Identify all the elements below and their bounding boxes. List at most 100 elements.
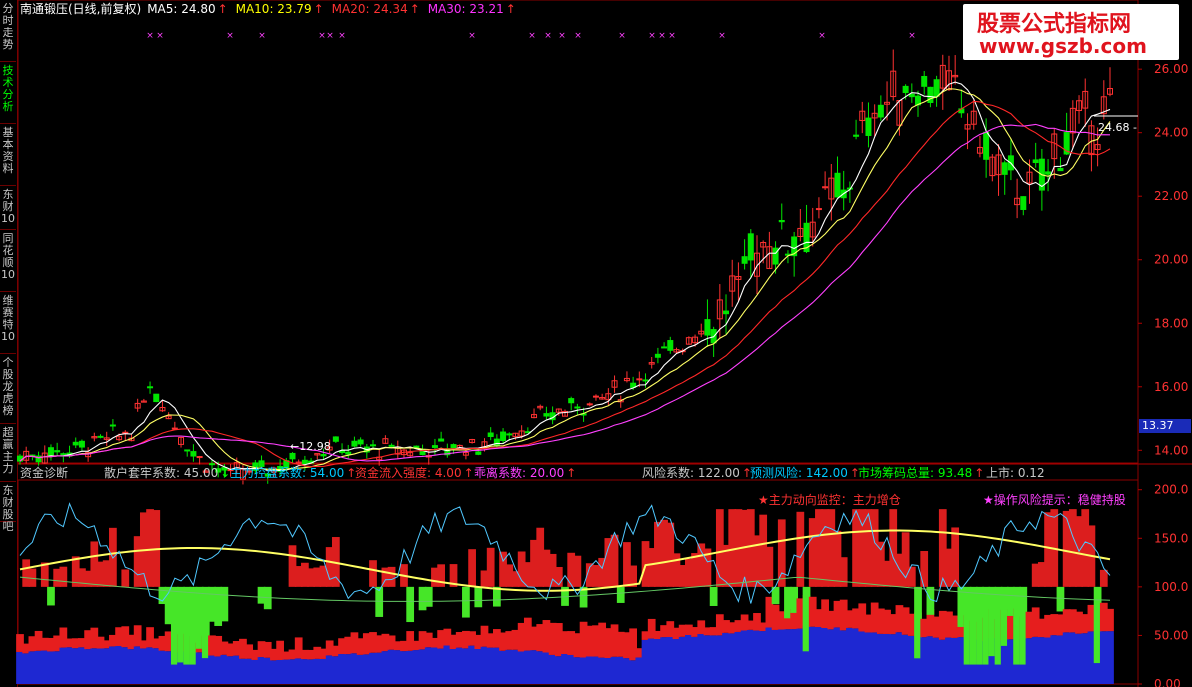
candle-body (54, 450, 61, 453)
price-axis-label: 22.00 (1154, 189, 1188, 203)
candle-body (147, 386, 154, 389)
rise-bar (121, 569, 130, 587)
candle-body (370, 444, 377, 447)
candle-body (815, 208, 822, 211)
candle-body (543, 413, 550, 417)
stock-title: 南通锻压(日线,前复权) (20, 1, 141, 16)
candle-body (388, 444, 395, 447)
indicator-axis-label: 0.00 (1154, 677, 1181, 687)
candle-body (72, 441, 79, 446)
signal-marker: × (226, 31, 234, 41)
candle-body (908, 93, 915, 98)
signal-marker: × (618, 31, 626, 41)
indicator-param-arrow: ↓ (220, 466, 230, 480)
candle-body (289, 452, 296, 460)
candle-body (568, 398, 575, 404)
signal-marker: × (318, 31, 326, 41)
fall-bar (616, 586, 625, 603)
indicator-param-2: 资金流入强度: 4.00 (355, 465, 462, 480)
fall-bar (220, 586, 229, 622)
candle-body (834, 172, 841, 198)
fall-bar (424, 586, 433, 607)
rise-bar (468, 549, 476, 587)
candle-body (902, 85, 909, 94)
indicator-param-3: 乖离系数: 20.00 (474, 465, 564, 480)
rise-bar (573, 555, 582, 587)
price-axis-label: 18.00 (1154, 316, 1188, 330)
candle-body (933, 79, 940, 97)
candle-body (109, 424, 116, 427)
price-axis-label: 24.00 (1154, 126, 1188, 140)
ma-legend-arrow: ↑ (506, 2, 516, 16)
notice-main-monitor: ★主力动向监控：主力增仓 (758, 492, 901, 507)
rise-bar (765, 546, 774, 587)
candle-body (586, 403, 593, 406)
signal-marker: × (146, 31, 154, 41)
candle-body (78, 440, 85, 448)
candle-body (97, 435, 104, 438)
candle-body (153, 393, 160, 403)
candle-body (1032, 159, 1039, 164)
logo-url: www.gszb.com (979, 34, 1147, 58)
signal-marker: × (718, 31, 726, 41)
rise-bar (951, 527, 960, 587)
candle-body (574, 406, 581, 409)
signal-marker: × (668, 31, 676, 41)
candle-body (592, 395, 599, 398)
watermark-logo: 股票公式指标网 www.gszb.com (963, 4, 1179, 60)
candle-body (345, 451, 352, 455)
current-price-tag: 13.37 (1139, 419, 1191, 433)
candle-body (320, 454, 327, 457)
ma-legend-3: MA30: 23.21 (428, 2, 504, 16)
candle-body (184, 449, 191, 452)
candle-body (357, 439, 364, 445)
candle-body (642, 379, 649, 382)
red-bar (1106, 608, 1114, 632)
candle-body (661, 346, 668, 349)
signal-marker: × (528, 31, 536, 41)
signal-marker: × (468, 31, 476, 41)
indicator-axis-label: 200.0 (1154, 483, 1188, 497)
indicator-axis-label: 150.0 (1154, 531, 1188, 545)
signal-marker: × (258, 31, 266, 41)
candle-body (332, 436, 339, 442)
candle-body (704, 319, 711, 336)
ma-legend-arrow: ↑ (410, 2, 420, 16)
notice-risk-hint: ★操作风险提示：稳健持股 (983, 492, 1126, 507)
candle-body (654, 353, 661, 358)
ma-legend-1: MA10: 23.79 (236, 2, 312, 16)
candle-body (1020, 196, 1027, 210)
candle-body (865, 117, 872, 136)
ma-legend-2: MA20: 24.34 (332, 2, 408, 16)
candle-body (487, 432, 494, 438)
candle-body (431, 445, 438, 448)
candle-body (171, 427, 178, 430)
candle-body (475, 451, 482, 455)
candle-body (723, 310, 730, 315)
candle-body (47, 447, 54, 457)
candle-body (351, 440, 358, 447)
indicator-param-4: 风险系数: 122.00 (642, 465, 740, 480)
candle-body (506, 433, 513, 436)
signal-marker: × (326, 31, 334, 41)
rise-bar (1099, 569, 1108, 587)
ma-legend-arrow: ↑ (314, 2, 324, 16)
ma-legend-arrow: ↑ (218, 2, 228, 16)
ma5-line (19, 81, 1111, 472)
indicator-param-arrow: ↑ (974, 466, 984, 480)
low-price-label: ←12.98 (290, 440, 331, 453)
candle-body (877, 104, 884, 118)
signal-marker: × (818, 31, 826, 41)
indicator-param-1: 主力控盘系数: 54.00 (230, 465, 344, 480)
candle-body (122, 431, 129, 434)
candle-body (778, 219, 785, 223)
fall-bar (709, 586, 718, 606)
indicator-param-arrow: ↑ (464, 466, 474, 480)
price-axis-label: 16.00 (1154, 380, 1188, 394)
rise-bar (369, 560, 377, 587)
indicator-param-0: 散户套牢系数: 45.00 (104, 465, 218, 480)
signal-marker: × (908, 31, 916, 41)
rise-bar (920, 551, 929, 587)
candle-body (983, 131, 990, 160)
indicator-param-5: 预测风险: 142.00 (750, 465, 848, 480)
